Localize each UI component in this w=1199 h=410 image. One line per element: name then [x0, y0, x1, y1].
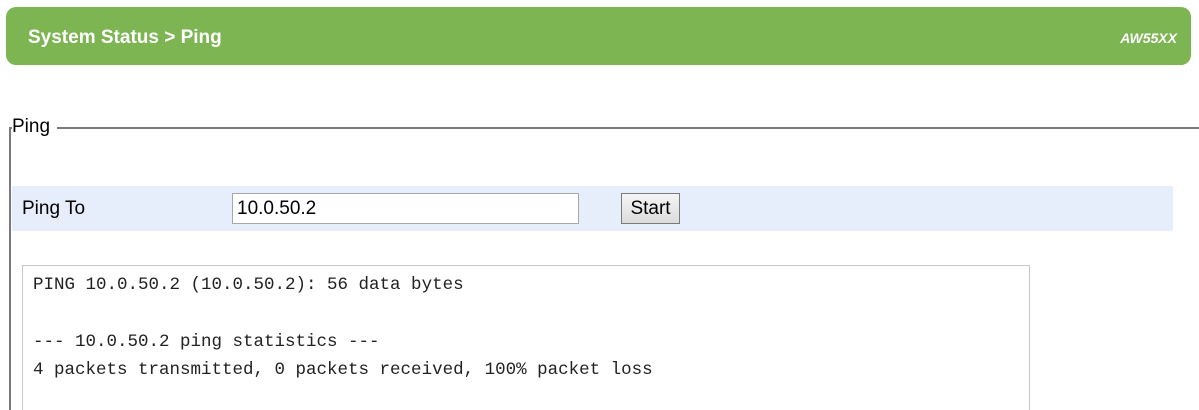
output-line: PING 10.0.50.2 (10.0.50.2): 56 data byte… — [33, 275, 464, 295]
model-name: AW55XX — [1120, 30, 1177, 46]
ping-legend: Ping — [12, 115, 58, 139]
output-line: 4 packets transmitted, 0 packets receive… — [33, 360, 653, 380]
page-title: System Status > Ping — [28, 27, 222, 48]
ping-to-input[interactable] — [232, 193, 579, 224]
ping-to-label: Ping To — [22, 198, 86, 219]
ping-page: System Status > Ping AW55XX Ping Ping To… — [0, 0, 1199, 410]
start-button[interactable]: Start — [621, 193, 680, 224]
ping-output: PING 10.0.50.2 (10.0.50.2): 56 data byte… — [22, 265, 1030, 410]
output-line: --- 10.0.50.2 ping statistics --- — [33, 332, 380, 352]
header-bar: System Status > Ping AW55XX — [6, 7, 1191, 65]
ping-to-row: Ping To Start — [12, 186, 1173, 231]
